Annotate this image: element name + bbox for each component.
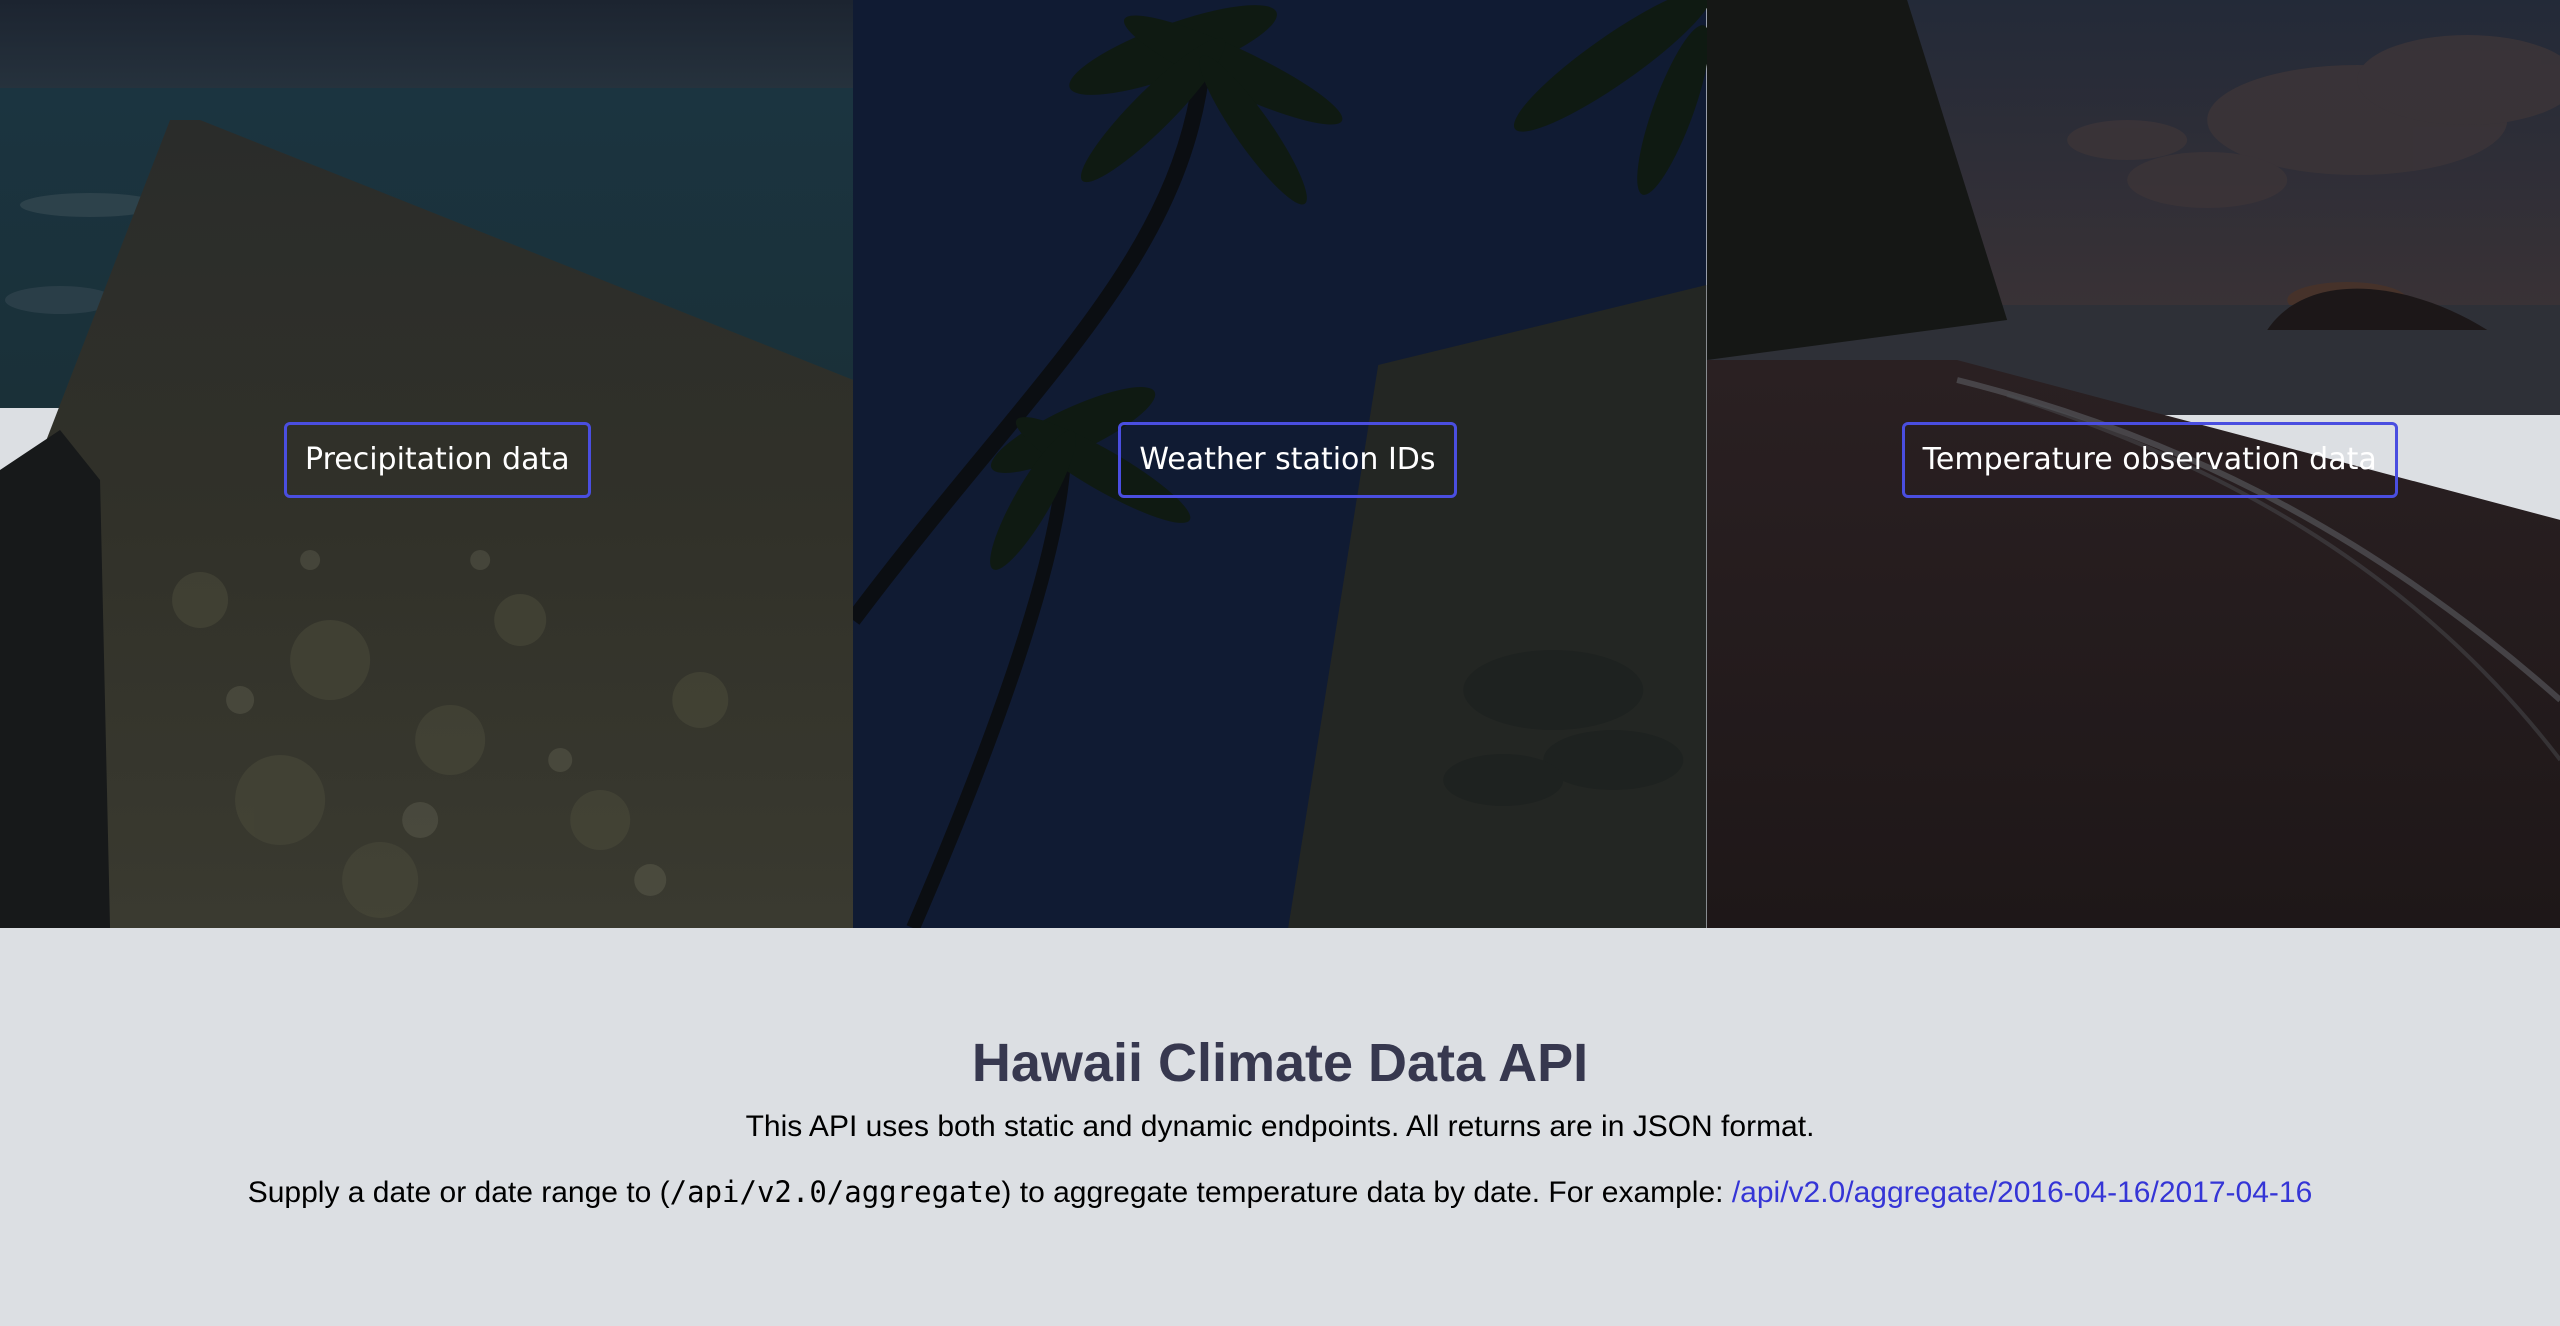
aggregate-endpoint-code: /api/v2.0/aggregate [669,1175,1002,1209]
hero-section: Precipitation data Weather station IDs T… [0,0,2560,928]
aggregate-instructions: Supply a date or date range to (/api/v2.… [0,1172,2560,1213]
aggregate-instructions-prefix: Supply a date or date range to ( [247,1176,670,1209]
aggregate-example-link[interactable]: /api/v2.0/aggregate/2016-04-16/2017-04-1… [1732,1176,2312,1209]
aggregate-instructions-suffix: ) to aggregate temperature data by date.… [1001,1176,1732,1209]
page-title: Hawaii Climate Data API [971,1033,1589,1093]
api-description: This API uses both static and dynamic en… [745,1110,1815,1143]
weather-station-ids-button[interactable]: Weather station IDs [1118,422,1457,498]
temperature-observation-data-button[interactable]: Temperature observation data [1901,422,2398,498]
temperature-panel: Temperature observation data [1706,0,2560,928]
precipitation-panel: Precipitation data [0,0,854,928]
stations-panel: Weather station IDs [853,0,1707,928]
precipitation-data-button[interactable]: Precipitation data [284,422,591,498]
api-info-section: Hawaii Climate Data API This API uses bo… [0,928,2560,1326]
